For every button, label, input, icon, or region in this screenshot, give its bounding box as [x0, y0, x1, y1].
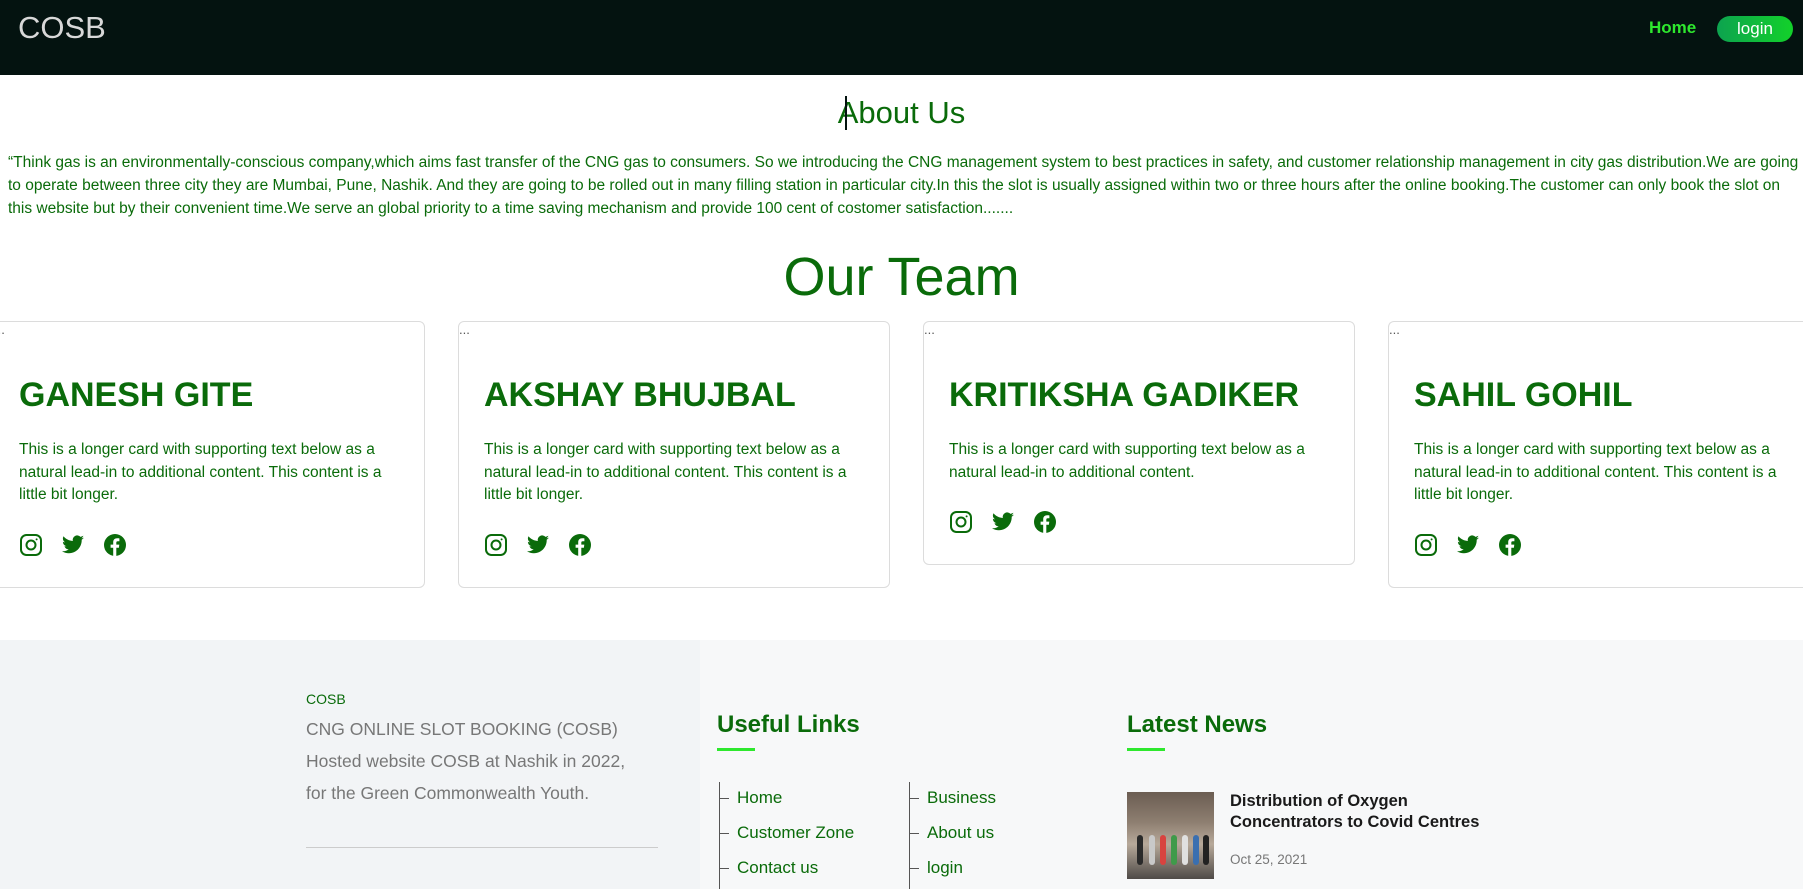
social-links [949, 510, 1329, 534]
nav-login-button[interactable]: login [1717, 16, 1793, 42]
member-text: This is a longer card with supporting te… [484, 441, 847, 503]
footer-link-business[interactable]: Business [907, 782, 996, 823]
latest-news-underline [1127, 748, 1165, 751]
member-text: This is a longer card with supporting te… [19, 441, 382, 503]
social-links [19, 533, 399, 557]
social-links [484, 533, 864, 557]
facebook-icon[interactable] [1033, 510, 1057, 534]
instagram-icon[interactable] [484, 533, 508, 557]
twitter-icon[interactable] [1456, 533, 1480, 557]
social-links [1414, 533, 1778, 557]
member-name: SAHIL GOHIL [1414, 376, 1633, 414]
footer-brand: COSB [306, 691, 346, 707]
broken-image-alt: ... [924, 322, 935, 337]
footer-link-home[interactable]: Home [717, 782, 854, 823]
team-card: ... KRITIKSHA GADIKER This is a longer c… [923, 321, 1355, 565]
text-cursor [845, 96, 847, 130]
member-name: AKSHAY BHUJBAL [484, 376, 796, 414]
twitter-icon[interactable] [61, 533, 85, 557]
useful-links-left: Home Customer Zone Contact us [717, 782, 854, 889]
twitter-icon[interactable] [991, 510, 1015, 534]
about-text: “Think gas is an environmentally-conscio… [8, 154, 1799, 217]
useful-links-title: Useful Links [717, 711, 860, 738]
navbar: COSB Home login [0, 0, 1803, 75]
nav-home-link[interactable]: Home [1649, 18, 1696, 38]
footer-link-login[interactable]: login [907, 852, 996, 889]
footer: COSB CNG ONLINE SLOT BOOKING (COSB) Host… [0, 640, 1803, 889]
team-title: Our Team [783, 247, 1020, 307]
useful-links-underline [717, 748, 755, 751]
team-card: ... GANESH GITE This is a longer card wi… [0, 321, 425, 588]
facebook-icon[interactable] [568, 533, 592, 557]
news-date: Oct 25, 2021 [1230, 852, 1308, 867]
broken-image-alt: ... [0, 322, 5, 337]
broken-image-alt: ... [1389, 322, 1400, 337]
instagram-icon[interactable] [19, 533, 43, 557]
footer-link-customer-zone[interactable]: Customer Zone [717, 817, 854, 858]
brand-logo[interactable]: COSB [18, 10, 106, 46]
news-title-link[interactable]: Distribution of Oxygen Concentrators to … [1230, 791, 1490, 833]
footer-description: CNG ONLINE SLOT BOOKING (COSB) Hosted we… [306, 719, 626, 803]
team-card: ... AKSHAY BHUJBAL This is a longer card… [458, 321, 890, 588]
footer-link-contact-us[interactable]: Contact us [717, 852, 854, 889]
useful-links-right: Business About us login [907, 782, 996, 889]
broken-image-alt: ... [459, 322, 470, 337]
instagram-icon[interactable] [949, 510, 973, 534]
footer-divider [306, 847, 658, 848]
news-thumbnail[interactable] [1127, 792, 1214, 879]
facebook-icon[interactable] [103, 533, 127, 557]
latest-news-title: Latest News [1127, 711, 1268, 738]
member-name: GANESH GITE [19, 376, 254, 414]
team-card: ... SAHIL GOHIL This is a longer card wi… [1388, 321, 1803, 588]
member-name: KRITIKSHA GADIKER [949, 376, 1300, 414]
instagram-icon[interactable] [1414, 533, 1438, 557]
member-text: This is a longer card with supporting te… [949, 441, 1305, 481]
facebook-icon[interactable] [1498, 533, 1522, 557]
footer-link-about-us[interactable]: About us [907, 817, 996, 858]
twitter-icon[interactable] [526, 533, 550, 557]
about-title: About Us [837, 95, 966, 130]
member-text: This is a longer card with supporting te… [1414, 441, 1777, 503]
